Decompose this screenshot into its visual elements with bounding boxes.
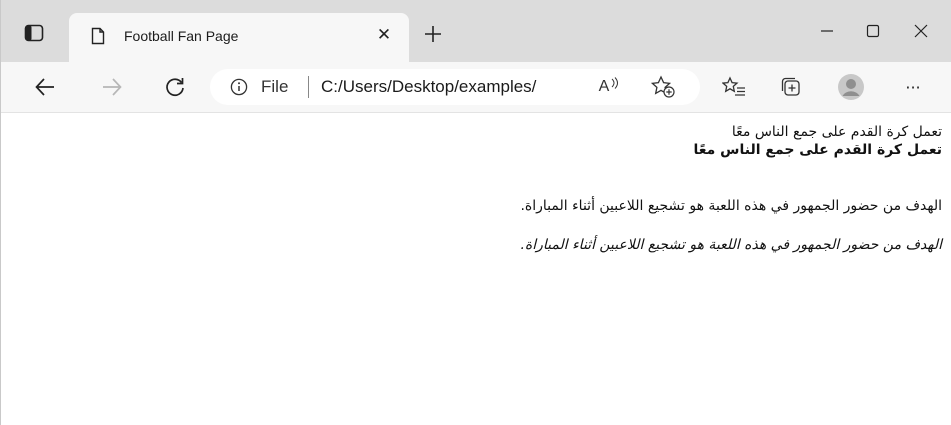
tab-actions-icon[interactable]	[23, 23, 45, 43]
paragraph-normal: تعمل كرة القدم على جمع الناس معًا	[731, 124, 942, 140]
tab-football-fan-page[interactable]: Football Fan Page ✕	[69, 13, 409, 62]
more-options-icon[interactable]: ···	[897, 72, 929, 102]
profile-avatar-icon[interactable]	[835, 72, 867, 102]
minimize-icon[interactable]	[812, 18, 842, 44]
tab-close-icon[interactable]: ✕	[373, 24, 395, 46]
paragraph-regular: الهدف من حضور الجمهور في هذه اللعبة هو ت…	[520, 198, 942, 214]
page-content: تعمل كرة القدم على جمع الناس معًا تعمل ك…	[1, 113, 951, 425]
url-text[interactable]: C:/Users/Desktop/examples/	[321, 77, 536, 97]
maximize-icon[interactable]	[858, 18, 888, 44]
page-icon	[91, 27, 105, 45]
toolbar: File C:/Users/Desktop/examples/ A ···	[1, 62, 951, 113]
paragraph-bold: تعمل كرة القدم على جمع الناس معًا	[693, 142, 942, 158]
address-bar[interactable]: File C:/Users/Desktop/examples/ A	[210, 69, 700, 105]
back-icon[interactable]	[29, 72, 61, 102]
tab-strip: Football Fan Page ✕	[1, 0, 951, 62]
favorites-icon[interactable]	[718, 72, 750, 102]
new-tab-icon[interactable]	[420, 21, 446, 47]
read-aloud-icon[interactable]: A	[594, 75, 624, 99]
forward-icon[interactable]	[96, 72, 128, 102]
paragraph-italic: الهدف من حضور الجمهور في هذه اللعبة هو ت…	[520, 237, 942, 253]
address-separator	[308, 76, 309, 98]
refresh-icon[interactable]	[159, 72, 191, 102]
info-icon[interactable]	[230, 78, 248, 96]
more-options-label: ···	[905, 77, 921, 97]
browser-window: Football Fan Page ✕ File C:/Users/Deskto…	[0, 0, 951, 425]
tab-title: Football Fan Page	[124, 28, 239, 44]
close-window-icon[interactable]	[906, 18, 936, 44]
scheme-label: File	[261, 77, 289, 96]
collections-icon[interactable]	[775, 72, 807, 102]
add-favorite-icon[interactable]	[650, 75, 676, 99]
read-aloud-label: A	[598, 78, 610, 95]
